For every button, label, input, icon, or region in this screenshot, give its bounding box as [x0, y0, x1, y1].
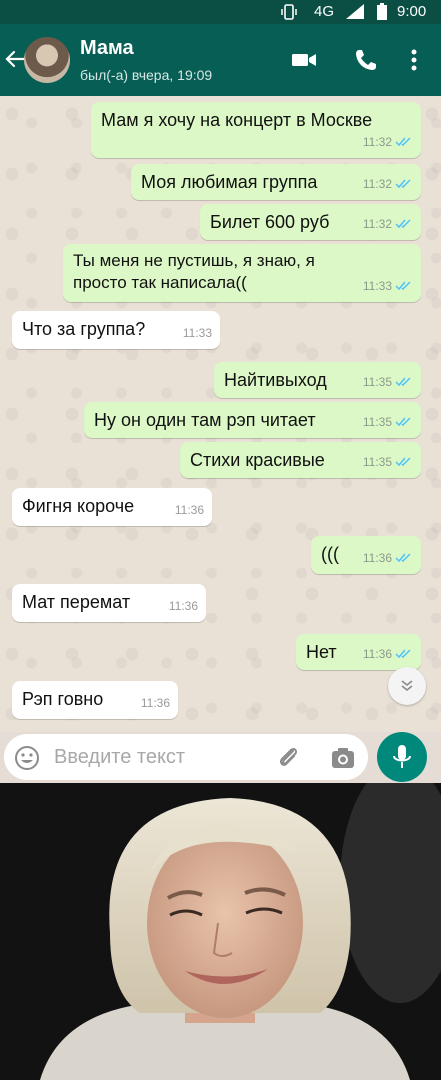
message-meta: 11:36	[363, 642, 413, 666]
message-bubble-outgoing[interactable]: Мам я хочу на концерт в Москве 11:32	[91, 102, 421, 158]
message-bubble-outgoing[interactable]: ((( 11:36	[311, 536, 421, 574]
menu-icon[interactable]	[400, 46, 428, 74]
status-time: 9:00	[397, 3, 427, 20]
emoji-icon[interactable]	[14, 745, 40, 771]
mic-button[interactable]	[377, 732, 427, 782]
message-meta: 11:36	[141, 691, 170, 715]
message-meta: 11:35	[363, 370, 413, 394]
message-text: Что за группа?	[22, 319, 146, 339]
message-meta: 11:36	[175, 498, 204, 522]
chevron-down-icon	[401, 680, 413, 692]
composer-bar	[0, 732, 441, 783]
signal-icon	[346, 4, 364, 19]
message-bubble-incoming[interactable]: Что за группа? 11:33	[12, 311, 220, 349]
contact-name[interactable]: Мама	[80, 37, 134, 60]
network-label: 4G	[314, 3, 335, 20]
message-bubble-outgoing[interactable]: Ну он один там рэп читает 11:35	[84, 402, 421, 438]
read-ticks-icon	[395, 457, 411, 467]
message-text: Ты меня не пустишь, я знаю, я просто так…	[73, 251, 315, 292]
status-bar: 4G 9:00	[0, 0, 441, 24]
message-meta: 11:33	[363, 274, 413, 298]
message-time: 11:35	[362, 375, 392, 389]
vibrate-icon	[281, 4, 297, 20]
message-bubble-outgoing[interactable]: Стихи красивые 11:35	[180, 442, 421, 478]
message-bubble-incoming[interactable]: Фигня короче 11:36	[12, 488, 212, 526]
read-ticks-icon	[395, 417, 411, 427]
call-icon[interactable]	[352, 46, 380, 74]
last-seen-status: был(-а) вчера, 19:09	[80, 67, 213, 83]
message-bubble-outgoing[interactable]: Билет 600 руб 11:32	[200, 204, 421, 240]
message-time: 11:36	[362, 551, 392, 565]
message-meta: 11:36	[169, 594, 198, 618]
message-meta: 11:32	[363, 172, 413, 196]
message-time: 11:32	[362, 135, 392, 149]
message-time: 11:36	[168, 599, 198, 613]
message-time: 11:33	[182, 326, 212, 340]
message-time: 11:36	[140, 696, 170, 710]
reaction-photo	[0, 783, 441, 1080]
back-arrow-icon[interactable]	[4, 48, 26, 70]
message-meta: 11:33	[183, 321, 212, 345]
scroll-down-button[interactable]	[388, 667, 426, 705]
message-meta: 11:35	[363, 410, 413, 434]
read-ticks-icon	[395, 649, 411, 659]
message-meta: 11:36	[363, 546, 413, 570]
message-meta: 11:35	[363, 450, 413, 474]
message-bubble-outgoing[interactable]: Моя любимая группа 11:32	[131, 164, 421, 200]
message-time: 11:36	[362, 647, 392, 661]
read-ticks-icon	[395, 219, 411, 229]
chat-header: Мама был(-а) вчера, 19:09	[0, 24, 441, 96]
message-list[interactable]: Мам я хочу на концерт в Москве 11:32 Моя…	[0, 96, 441, 732]
message-field[interactable]	[4, 734, 368, 780]
mic-icon	[393, 745, 411, 768]
message-time: 11:32	[362, 217, 392, 231]
read-ticks-icon	[395, 553, 411, 563]
message-time: 11:32	[362, 177, 392, 191]
message-time: 11:36	[174, 503, 204, 517]
message-time: 11:35	[362, 455, 392, 469]
woman-smiling-image	[0, 783, 441, 1080]
read-ticks-icon	[395, 179, 411, 189]
message-bubble-incoming[interactable]: Рэп говно 11:36	[12, 681, 178, 719]
message-meta: 11:32	[363, 212, 413, 236]
read-ticks-icon	[395, 377, 411, 387]
message-time: 11:35	[362, 415, 392, 429]
read-ticks-icon	[395, 137, 411, 147]
message-time: 11:33	[362, 279, 392, 293]
attach-icon[interactable]	[276, 745, 302, 771]
chat-screen: 4G 9:00 Мама был(-а) вчера, 19:09 Мам я …	[0, 0, 441, 783]
message-input[interactable]	[54, 734, 264, 780]
message-meta: 11:32	[363, 130, 413, 154]
camera-icon[interactable]	[330, 745, 356, 771]
avatar[interactable]	[24, 37, 70, 83]
message-bubble-outgoing[interactable]: Нет 11:36	[296, 634, 421, 670]
message-bubble-outgoing[interactable]: Ты меня не пустишь, я знаю, я просто так…	[63, 244, 421, 302]
battery-icon	[377, 3, 387, 20]
read-ticks-icon	[395, 281, 411, 291]
video-icon[interactable]	[290, 46, 318, 74]
message-bubble-outgoing[interactable]: Найтивыход 11:35	[214, 362, 421, 398]
message-text: Мам я хочу на концерт в Москве	[101, 110, 373, 130]
message-bubble-incoming[interactable]: Мат перемат 11:36	[12, 584, 206, 622]
